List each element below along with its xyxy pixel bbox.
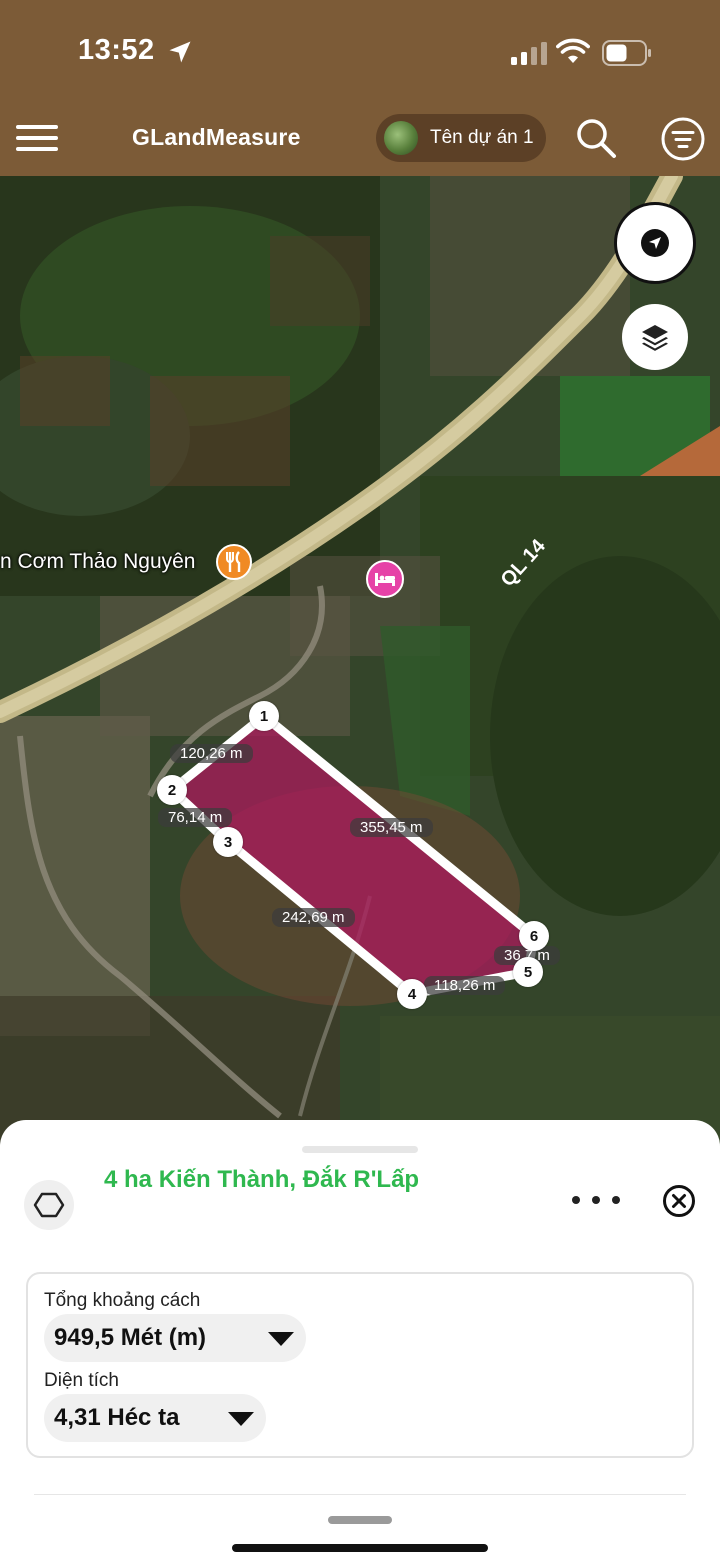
- battery-icon: [602, 40, 651, 66]
- hexagon-icon: [33, 1192, 65, 1218]
- more-horizontal-icon: [592, 1196, 600, 1204]
- fork-knife-icon: [226, 551, 241, 572]
- chevron-down-icon: [268, 1332, 294, 1346]
- restaurant-poi-icon[interactable]: [216, 544, 252, 580]
- close-button[interactable]: [662, 1184, 696, 1218]
- filter-button[interactable]: [660, 116, 706, 162]
- cellular-signal-icon: [511, 42, 547, 65]
- status-time: 13:52: [78, 34, 155, 66]
- map-layers-button[interactable]: [622, 304, 688, 370]
- divider: [34, 1494, 686, 1495]
- project-selector[interactable]: Tên dự án 1: [376, 114, 546, 162]
- project-thumbnail: [384, 121, 418, 155]
- segment-distance-label: 118,26 m: [424, 976, 506, 995]
- vertex-marker-6[interactable]: 6: [519, 921, 549, 951]
- vertex-marker-2[interactable]: 2: [157, 775, 187, 805]
- segment-distance-label: 120,26 m: [170, 744, 253, 763]
- vertex-marker-5[interactable]: 5: [513, 957, 543, 987]
- segment-distance-label: 76,14 m: [158, 808, 233, 827]
- navigation-arrow-icon: [641, 229, 669, 257]
- more-horizontal-icon: [612, 1196, 620, 1204]
- area-label: Diện tích: [44, 1370, 119, 1391]
- home-indicator: [232, 1544, 488, 1552]
- wifi-icon: [556, 38, 590, 63]
- app-title: GLandMeasure: [132, 124, 301, 150]
- scroll-indicator: [328, 1516, 392, 1524]
- measurement-title[interactable]: 4 ha Kiến Thành, Đắk R'Lấp: [104, 1166, 419, 1194]
- shape-type-button[interactable]: [24, 1180, 74, 1230]
- segment-distance-label: 242,69 m: [272, 908, 355, 927]
- total-distance-value: 949,5 Mét (m): [54, 1324, 207, 1351]
- area-unit-select[interactable]: 4,31 Héc ta: [44, 1394, 266, 1442]
- layers-icon: [642, 325, 668, 351]
- more-horizontal-icon: [572, 1196, 580, 1204]
- hotel-poi-icon[interactable]: [366, 560, 404, 598]
- more-options-button[interactable]: [572, 1188, 620, 1212]
- bed-icon: [375, 573, 395, 586]
- location-arrow-icon: [169, 41, 191, 63]
- segment-distance-label: 355,45 m: [350, 818, 433, 837]
- poi-restaurant-label: n Cơm Thảo Nguyên: [0, 550, 196, 573]
- distance-unit-select[interactable]: 949,5 Mét (m): [44, 1314, 306, 1362]
- vertex-marker-3[interactable]: 3: [213, 827, 243, 857]
- vertex-marker-4[interactable]: 4: [397, 979, 427, 1009]
- hamburger-menu-button[interactable]: [16, 120, 60, 156]
- my-location-button[interactable]: [614, 202, 696, 284]
- total-distance-label: Tổng khoảng cách: [44, 1290, 201, 1311]
- measurement-bottom-sheet: 4 ha Kiến Thành, Đắk R'Lấp Tổng khoảng c…: [0, 1120, 720, 1564]
- satellite-map[interactable]: QL 14 n Cơm Thảo Nguyên 120,26 m 76,14 m…: [0, 176, 720, 1156]
- area-value: 4,31 Héc ta: [54, 1404, 180, 1431]
- measurement-summary-card: Tổng khoảng cách 949,5 Mét (m) Diện tích…: [26, 1272, 694, 1458]
- map-imagery: [0, 176, 720, 1156]
- sheet-drag-handle[interactable]: [302, 1146, 418, 1153]
- search-button[interactable]: [574, 116, 618, 160]
- project-name: Tên dự án 1: [430, 127, 534, 148]
- vertex-marker-1[interactable]: 1: [249, 701, 279, 731]
- top-bar: 13:52 GLandMeasure Tên dự án 1: [0, 0, 720, 176]
- chevron-down-icon: [228, 1412, 254, 1426]
